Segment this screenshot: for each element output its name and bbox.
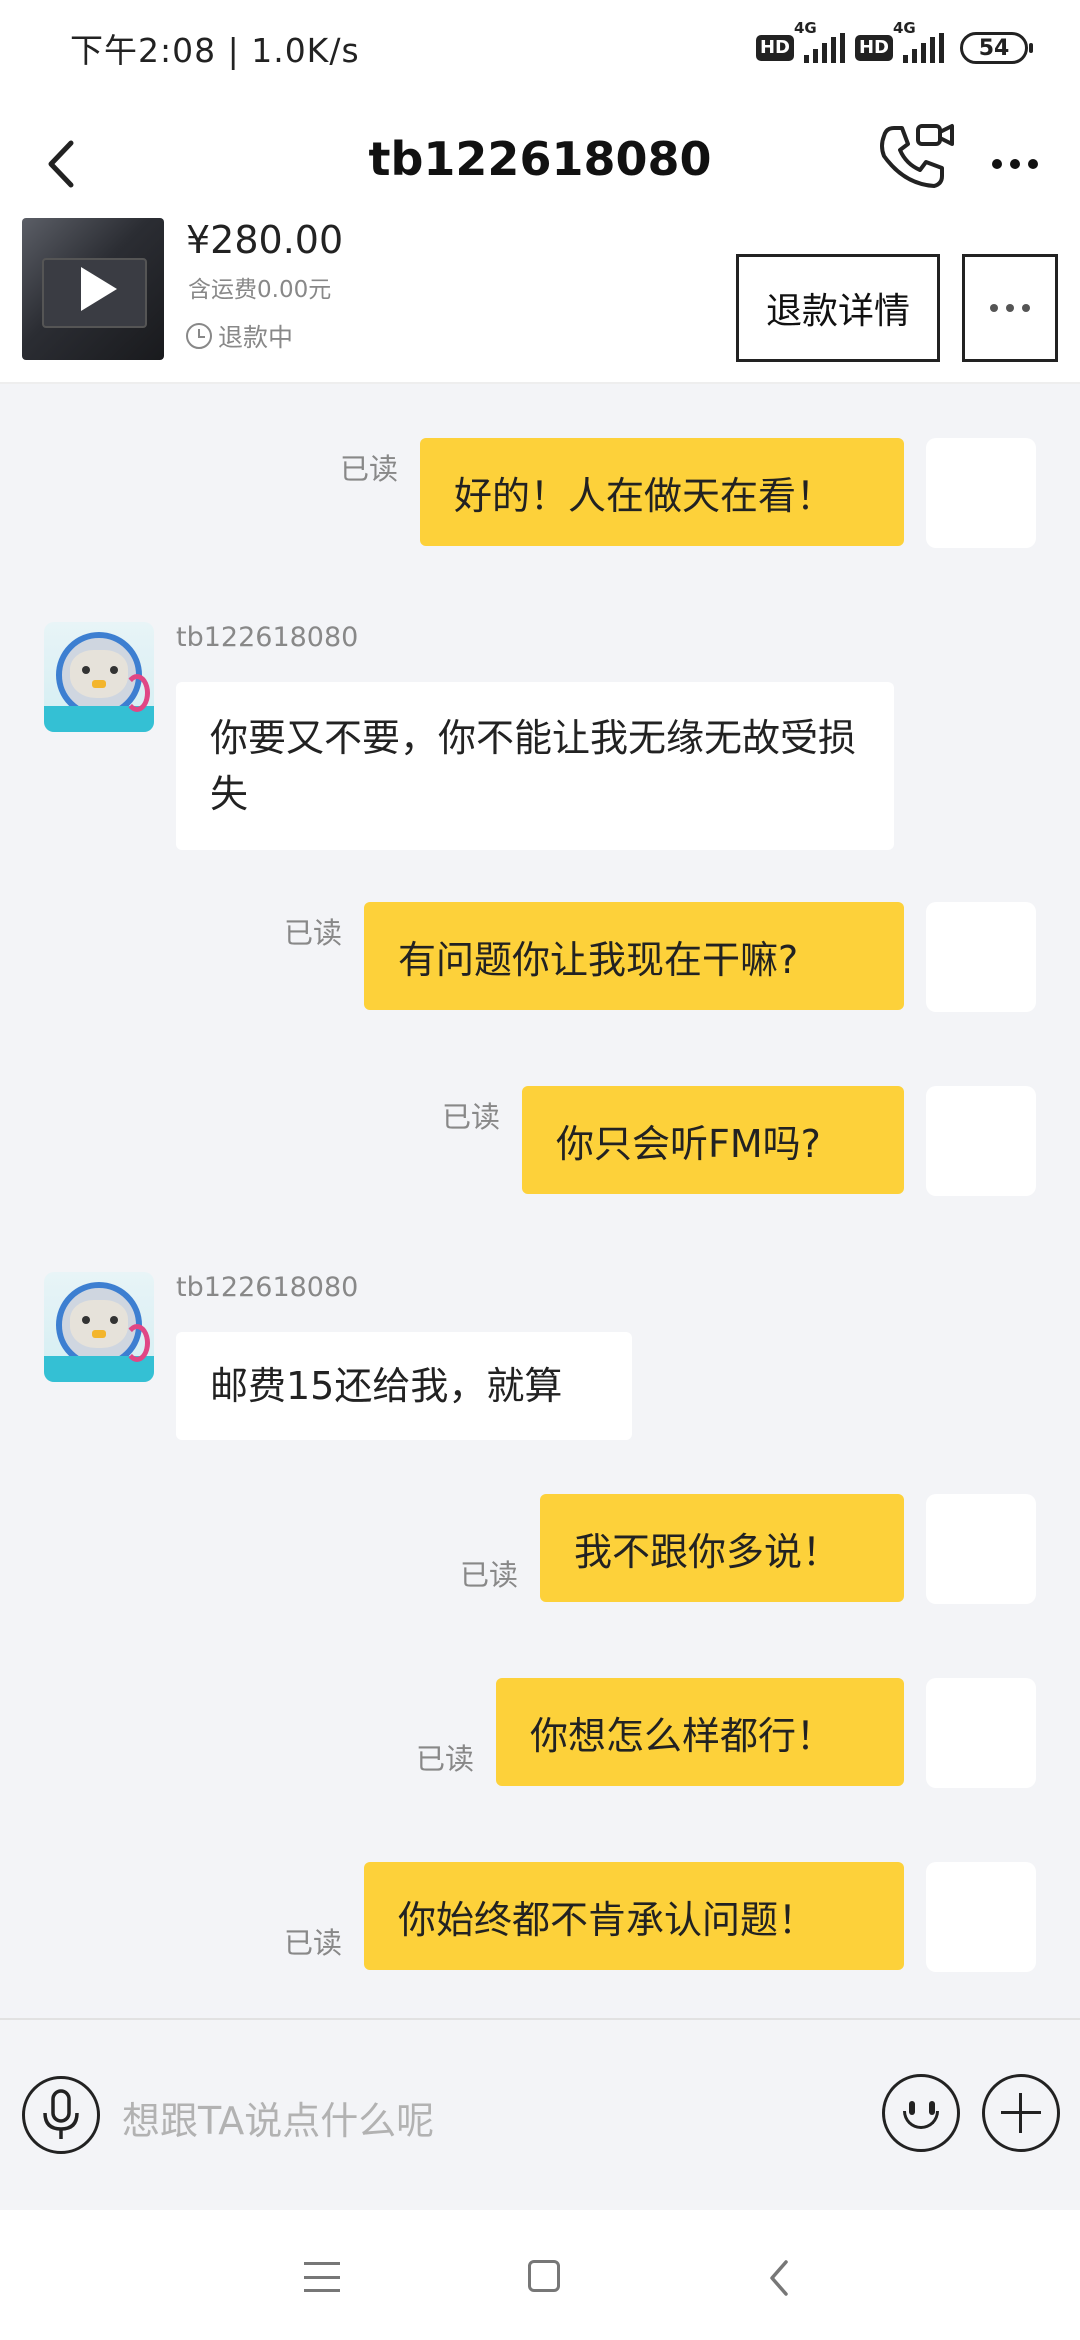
sender-name: tb122618080 xyxy=(176,1272,359,1303)
back-nav-icon[interactable] xyxy=(760,2258,800,2298)
message-bubble[interactable]: 你想怎么样都行！ xyxy=(496,1678,904,1786)
avatar[interactable] xyxy=(926,1494,1036,1604)
hd-badge-2: HD xyxy=(854,35,893,61)
battery-icon: 54 xyxy=(960,32,1033,64)
status-time-speed: 下午2:08 | 1.0K/s xyxy=(70,31,360,70)
avatar[interactable] xyxy=(926,1678,1036,1788)
input-bar: 想跟TA说点什么呢 xyxy=(0,2018,1080,2208)
avatar[interactable] xyxy=(926,438,1036,548)
chat-screen: 下午2:08 | 1.0K/s HD 4G HD 4G 54 tb1226180… xyxy=(0,0,1080,2340)
call-button[interactable] xyxy=(870,114,960,204)
read-receipt: 已读 xyxy=(284,916,343,950)
message-bubble[interactable]: 你只会听FM吗? xyxy=(522,1086,904,1194)
more-options-button[interactable] xyxy=(980,134,1050,194)
add-attachment-button[interactable] xyxy=(982,2074,1060,2152)
read-receipt: 已读 xyxy=(460,1558,519,1592)
signal-icon: 4G xyxy=(794,19,845,63)
avatar[interactable] xyxy=(926,1862,1036,1972)
product-video-thumbnail[interactable] xyxy=(22,218,164,360)
order-more-button[interactable] xyxy=(962,254,1058,362)
refund-status-label: 退款中 xyxy=(218,323,294,352)
refund-status: 退款中 xyxy=(186,318,293,354)
home-icon[interactable] xyxy=(528,2260,560,2292)
message-input[interactable]: 想跟TA说点什么呢 xyxy=(122,2090,434,2145)
phone-video-icon xyxy=(880,124,954,188)
hd-badge: HD xyxy=(755,35,794,61)
message-bubble[interactable]: 我不跟你多说！ xyxy=(540,1494,904,1602)
avatar[interactable] xyxy=(926,1086,1036,1196)
message-bubble[interactable]: 你要又不要，你不能让我无缘无故受损失 xyxy=(176,682,894,850)
avatar[interactable] xyxy=(926,902,1036,1012)
shipping-fee: 含运费0.00元 xyxy=(188,277,332,303)
order-card: ¥280.00 含运费0.00元 退款中 退款详情 xyxy=(0,212,1080,384)
avatar[interactable] xyxy=(44,1272,154,1382)
voice-button[interactable] xyxy=(22,2076,100,2154)
message-bubble[interactable]: 好的！人在做天在看！ xyxy=(420,438,904,546)
smiley-icon xyxy=(903,2111,939,2129)
message-bubble[interactable]: 邮费15还给我，就算 xyxy=(176,1332,632,1440)
message-bubble[interactable]: 有问题你让我现在干嘛? xyxy=(364,902,904,1010)
message-bubble[interactable]: 你始终都不肯承认问题！ xyxy=(364,1862,904,1970)
menu-icon[interactable] xyxy=(304,2262,340,2292)
status-bar: 下午2:08 | 1.0K/s HD 4G HD 4G 54 xyxy=(0,0,1080,96)
sender-name: tb122618080 xyxy=(176,622,359,653)
read-receipt: 已读 xyxy=(284,1926,343,1960)
refund-details-button[interactable]: 退款详情 xyxy=(736,254,940,362)
read-receipt: 已读 xyxy=(340,452,399,486)
clock-icon xyxy=(186,323,212,349)
microphone-icon xyxy=(43,2089,79,2139)
order-price: ¥280.00 xyxy=(186,218,344,262)
system-nav-bar xyxy=(0,2210,1080,2340)
message-list: 已读 好的！人在做天在看！ tb122618080 你要又不要，你不能让我无缘无… xyxy=(0,386,1080,2016)
play-icon xyxy=(81,267,117,311)
signal-icon-2: 4G xyxy=(893,19,944,63)
avatar[interactable] xyxy=(44,622,154,732)
read-receipt: 已读 xyxy=(416,1742,475,1776)
read-receipt: 已读 xyxy=(442,1100,501,1134)
emoji-button[interactable] xyxy=(882,2074,960,2152)
chat-header: tb122618080 xyxy=(0,96,1080,226)
